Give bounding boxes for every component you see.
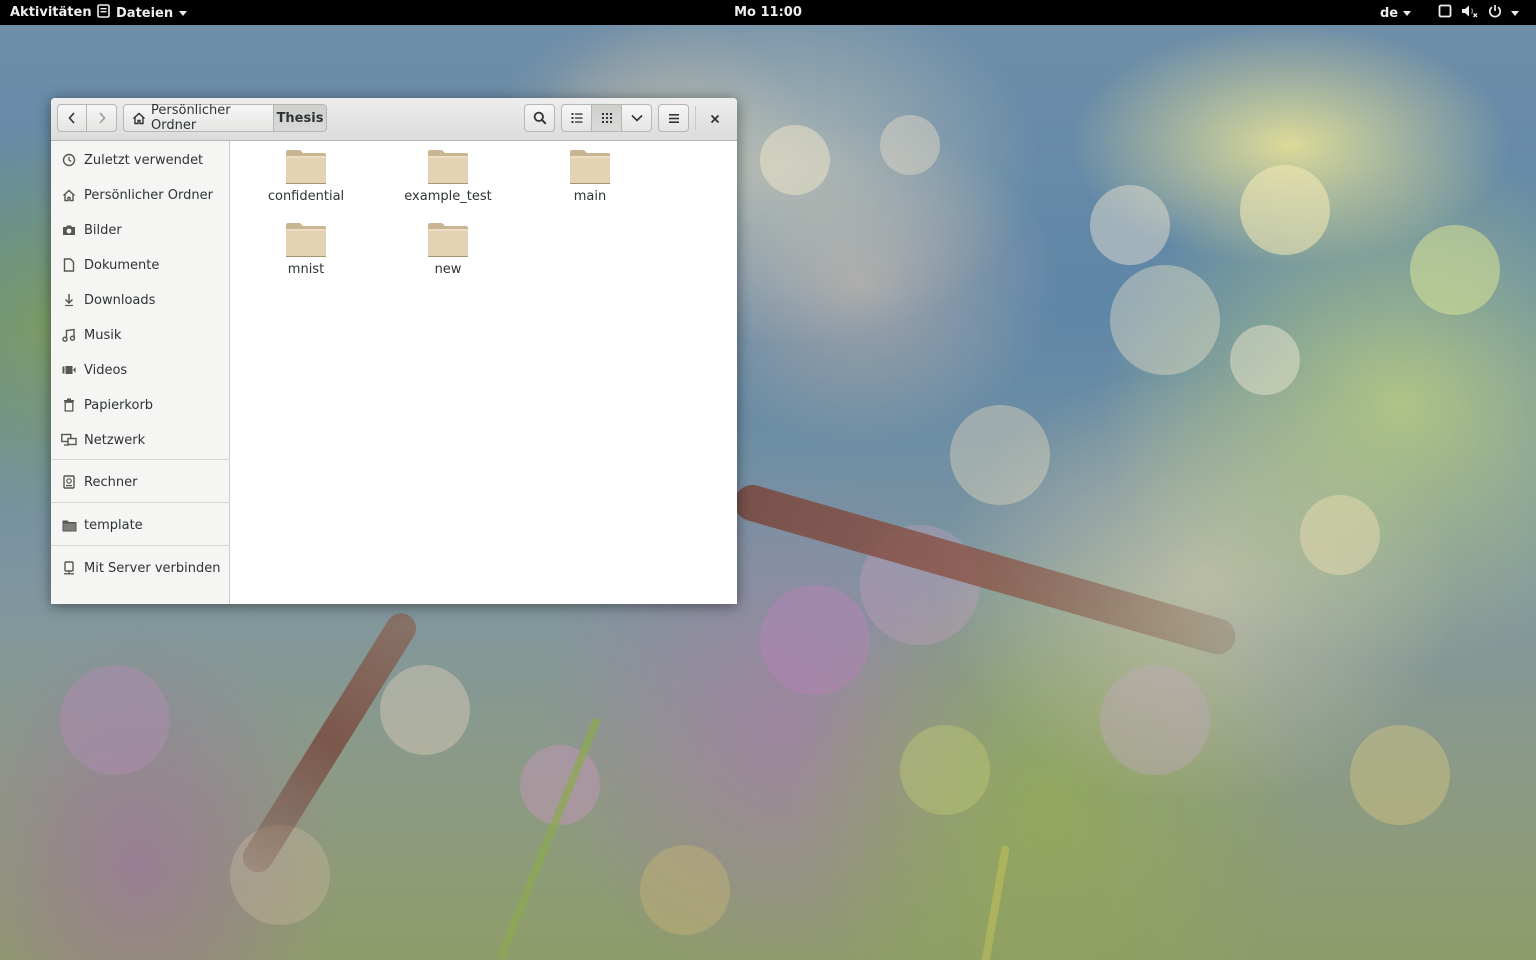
window-icon <box>1438 4 1452 23</box>
volume-muted-icon <box>1461 4 1479 23</box>
sidebar-item-videos[interactable]: Videos <box>51 356 229 384</box>
folder-icon <box>427 222 469 258</box>
recent-icon <box>61 152 77 168</box>
search-icon <box>533 111 547 125</box>
sidebar-item-label: Videos <box>84 362 128 378</box>
sidebar-item-bookmark-template[interactable]: template <box>51 511 229 539</box>
file-name: new <box>434 262 462 277</box>
file-item-folder[interactable]: confidential <box>235 141 377 211</box>
folder-icon <box>569 149 611 185</box>
sidebar-item-label: template <box>84 517 143 533</box>
file-manager-window: Persönlicher Ordner Thesis Zuletzt verwe… <box>51 98 737 604</box>
document-icon <box>61 257 77 273</box>
sidebar-item-music[interactable]: Musik <box>51 321 229 349</box>
close-icon <box>710 109 720 128</box>
back-button[interactable] <box>57 104 87 132</box>
folder-icon <box>61 517 77 533</box>
sidebar-item-computer[interactable]: Rechner <box>51 468 229 496</box>
file-name: mnist <box>287 262 325 277</box>
folder-icon <box>285 149 327 185</box>
grid-view-button[interactable] <box>591 104 622 132</box>
sidebar-item-pictures[interactable]: Bilder <box>51 216 229 244</box>
sidebar-item-label: Netzwerk <box>84 432 146 448</box>
sidebar-item-recent[interactable]: Zuletzt verwendet <box>51 146 229 174</box>
power-icon <box>1488 4 1502 23</box>
sidebar-item-network[interactable]: Netzwerk <box>51 426 229 454</box>
search-button[interactable] <box>524 104 555 132</box>
file-name: main <box>573 189 607 204</box>
path-button-home[interactable]: Persönlicher Ordner <box>123 103 274 133</box>
path-home-label: Persönlicher Ordner <box>151 103 231 133</box>
list-view-button[interactable] <box>561 104 592 132</box>
sidebar-separator <box>51 545 229 546</box>
sidebar-item-documents[interactable]: Dokumente <box>51 251 229 279</box>
camera-icon <box>61 222 77 238</box>
path-button-current[interactable]: Thesis <box>273 104 327 132</box>
view-options-button[interactable] <box>621 104 652 132</box>
download-icon <box>61 292 77 308</box>
chevron-right-icon <box>97 112 107 124</box>
home-icon <box>132 111 146 125</box>
sidebar-item-home[interactable]: Persönlicher Ordner <box>51 181 229 209</box>
app-menu[interactable]: Dateien <box>97 3 188 23</box>
sidebar-item-label: Mit Server verbinden <box>84 560 221 576</box>
music-icon <box>61 327 77 343</box>
keyboard-layout-menu[interactable]: de <box>1380 4 1412 22</box>
top-bar: Aktivitäten Dateien Mo 11:00 de <box>0 0 1536 25</box>
network-icon <box>61 432 77 448</box>
clock[interactable]: Mo 11:00 <box>734 5 802 20</box>
sidebar-item-label: Persönlicher Ordner <box>84 187 213 203</box>
file-name: confidential <box>267 189 345 204</box>
system-menu-caret-icon <box>1511 10 1519 16</box>
chevron-left-icon <box>67 112 77 124</box>
sidebar-item-trash[interactable]: Papierkorb <box>51 391 229 419</box>
sidebar-item-label: Papierkorb <box>84 397 154 413</box>
sidebar-item-label: Musik <box>84 327 122 343</box>
file-name: example_test <box>404 189 492 204</box>
activities-button[interactable]: Aktivitäten <box>10 4 92 22</box>
sidebar-item-label: Rechner <box>84 474 138 490</box>
list-view-icon <box>571 112 583 124</box>
chevron-down-icon <box>630 114 643 122</box>
sidebar: Zuletzt verwendet Persönlicher Ordner Bi… <box>51 141 230 604</box>
app-menu-icon <box>97 3 110 23</box>
drive-icon <box>61 474 77 490</box>
sidebar-item-label: Bilder <box>84 222 122 238</box>
sidebar-item-label: Zuletzt verwendet <box>84 152 204 168</box>
sidebar-item-label: Dokumente <box>84 257 160 273</box>
file-view: confidential example_test main mnist new <box>230 141 737 604</box>
folder-icon <box>285 222 327 258</box>
file-item-folder[interactable]: mnist <box>235 214 377 284</box>
app-menu-label: Dateien <box>116 5 174 21</box>
server-icon <box>61 560 77 576</box>
file-item-folder[interactable]: main <box>519 141 661 211</box>
file-item-folder[interactable]: new <box>377 214 519 284</box>
app-menu-caret-icon <box>179 10 188 16</box>
header-bar: Persönlicher Ordner Thesis <box>51 98 737 141</box>
grid-view-icon <box>601 112 613 124</box>
sidebar-item-downloads[interactable]: Downloads <box>51 286 229 314</box>
close-button[interactable] <box>701 104 729 132</box>
keyboard-layout-label: de <box>1380 5 1399 21</box>
sidebar-separator <box>51 502 229 503</box>
trash-icon <box>61 397 77 413</box>
menu-icon <box>668 113 680 124</box>
system-menu[interactable] <box>1438 4 1519 22</box>
sidebar-item-label: Downloads <box>84 292 156 308</box>
file-item-folder[interactable]: example_test <box>377 141 519 211</box>
sidebar-separator <box>51 459 229 460</box>
forward-button[interactable] <box>86 104 117 132</box>
home-icon <box>61 187 77 203</box>
sidebar-item-connect-server[interactable]: Mit Server verbinden <box>51 554 229 582</box>
video-icon <box>61 362 77 378</box>
folder-icon <box>427 149 469 185</box>
keyboard-layout-caret-icon <box>1403 10 1412 16</box>
header-separator <box>695 106 696 130</box>
menu-button[interactable] <box>658 104 689 132</box>
